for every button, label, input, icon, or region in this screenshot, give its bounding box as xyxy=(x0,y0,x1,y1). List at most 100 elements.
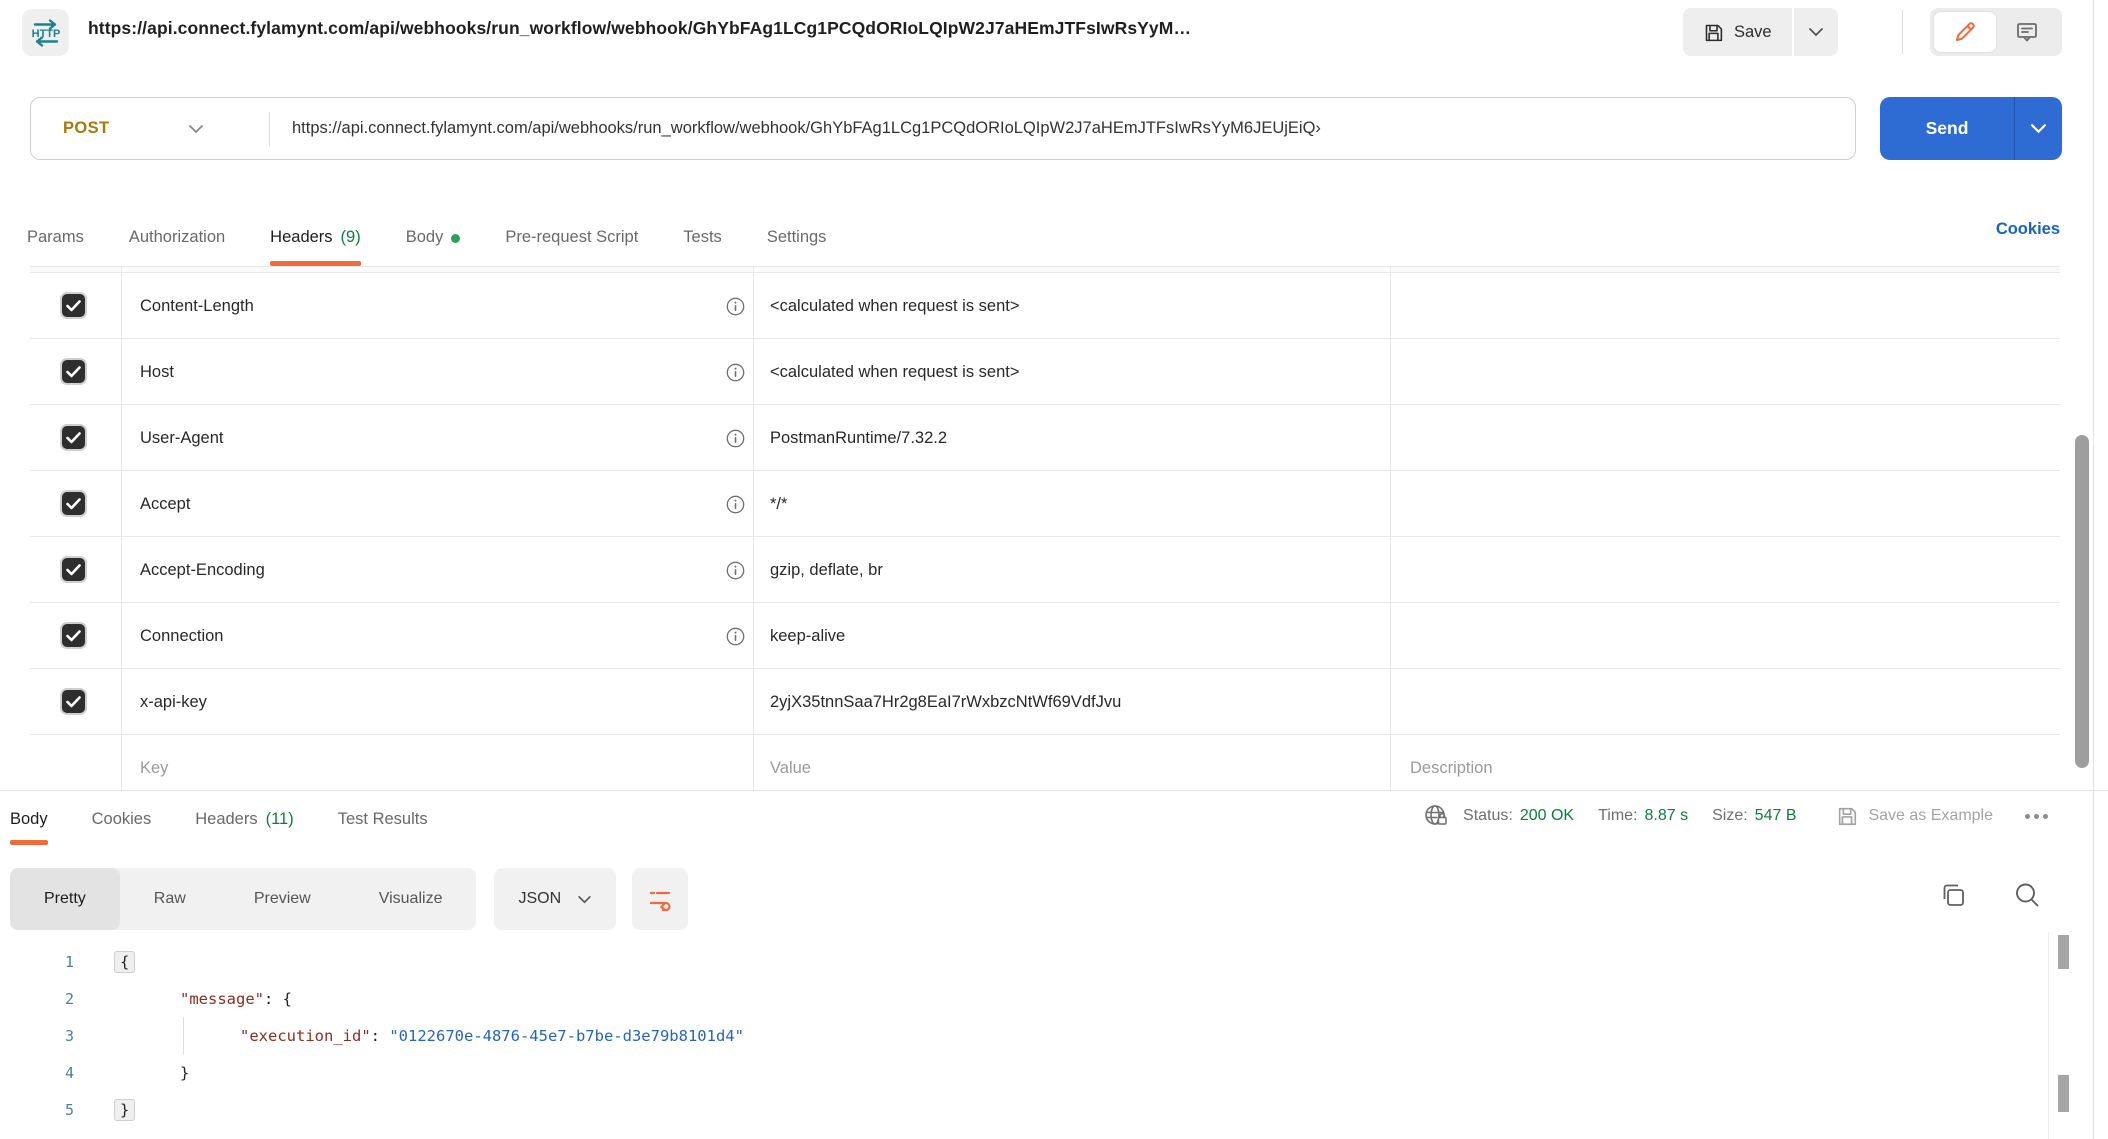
size-indicator[interactable]: Size: 547 B xyxy=(1712,807,1796,825)
status-indicator[interactable]: Status: 200 OK xyxy=(1463,807,1574,825)
indent-guide xyxy=(183,1017,184,1054)
tab-settings[interactable]: Settings xyxy=(767,208,827,266)
response-meta-bar: Status: 200 OK Time: 8.87 s Size: 547 B … xyxy=(1423,793,2048,839)
status-value: 200 OK xyxy=(1520,807,1574,825)
info-icon[interactable] xyxy=(726,363,745,382)
json-punct: } xyxy=(180,1064,189,1082)
header-value[interactable]: <calculated when request is sent> xyxy=(770,339,1020,405)
method-selector[interactable]: POST xyxy=(31,119,269,138)
language-dropdown[interactable]: JSON xyxy=(494,868,616,930)
tab-body[interactable]: Body xyxy=(406,208,461,266)
header-value[interactable]: gzip, deflate, br xyxy=(770,537,883,603)
save-icon xyxy=(1836,805,1858,827)
url-input[interactable]: https://api.connect.fylamynt.com/api/web… xyxy=(270,119,1855,138)
response-tabs: Body Cookies Headers (11) Test Results xyxy=(10,793,428,845)
copy-icon[interactable] xyxy=(1938,880,1968,910)
wrap-line-button[interactable] xyxy=(632,868,688,930)
response-tab-cookies[interactable]: Cookies xyxy=(92,793,152,845)
info-icon[interactable] xyxy=(726,627,745,646)
header-key[interactable]: User-Agent xyxy=(140,405,223,471)
table-row: Host <calculated when request is sent> xyxy=(30,339,2060,405)
fold-marker[interactable]: { xyxy=(114,951,135,973)
code-line: 3 "execution_id": "0122670e-4876-45e7-b7… xyxy=(0,1017,2048,1054)
header-key[interactable]: Content-Length xyxy=(140,273,254,339)
view-mode-control: Pretty Raw Preview Visualize xyxy=(10,868,476,930)
row-checkbox[interactable] xyxy=(60,688,87,715)
value-placeholder[interactable]: Value xyxy=(770,735,811,790)
view-raw[interactable]: Raw xyxy=(120,868,220,930)
status-label: Status: xyxy=(1463,807,1513,825)
more-options-icon[interactable] xyxy=(2025,814,2048,819)
time-indicator[interactable]: Time: 8.87 s xyxy=(1598,807,1688,825)
info-icon[interactable] xyxy=(726,297,745,316)
request-topbar: HTTP https://api.connect.fylamynt.com/ap… xyxy=(0,0,2093,90)
line-number: 1 xyxy=(30,953,74,971)
view-pretty[interactable]: Pretty xyxy=(10,868,120,930)
tab-headers[interactable]: Headers (9) xyxy=(270,208,361,266)
cookies-link[interactable]: Cookies xyxy=(1996,220,2060,239)
header-value[interactable]: 2yjX35tnnSaa7Hr2g8EaI7rWxbzcNtWf69VdfJvu xyxy=(770,669,1121,735)
tab-params[interactable]: Params xyxy=(27,208,84,266)
language-dropdown-value: JSON xyxy=(518,890,561,908)
info-icon[interactable] xyxy=(726,429,745,448)
header-key[interactable]: Connection xyxy=(140,603,223,669)
header-key[interactable]: Accept-Encoding xyxy=(140,537,265,603)
info-icon[interactable] xyxy=(726,561,745,580)
table-row-placeholder: Key Value Description xyxy=(30,735,2060,790)
header-key[interactable]: x-api-key xyxy=(140,669,207,735)
row-checkbox[interactable] xyxy=(60,490,87,517)
method-label: POST xyxy=(63,119,110,138)
save-options-button[interactable] xyxy=(1794,8,1838,56)
save-button[interactable]: Save xyxy=(1683,8,1792,56)
header-value[interactable]: */* xyxy=(770,471,787,537)
globe-lock-icon[interactable] xyxy=(1423,803,1449,829)
row-checkbox[interactable] xyxy=(60,424,87,451)
response-scrollbar-thumb[interactable] xyxy=(2058,1075,2069,1112)
response-tab-headers[interactable]: Headers (11) xyxy=(195,793,294,845)
response-tab-headers-count: (11) xyxy=(266,810,294,829)
table-row: Accept-Encoding gzip, deflate, br xyxy=(30,537,2060,603)
request-title: https://api.connect.fylamynt.com/api/web… xyxy=(88,18,1191,39)
right-rail-border xyxy=(2093,0,2094,1139)
header-key[interactable]: Accept xyxy=(140,471,190,537)
row-checkbox[interactable] xyxy=(60,556,87,583)
edit-mode-button[interactable] xyxy=(1934,12,1996,52)
header-key[interactable]: Host xyxy=(140,339,174,405)
table-scrolled-row-sliver xyxy=(30,266,2060,273)
main-scrollbar-thumb[interactable] xyxy=(2075,435,2089,768)
header-value[interactable]: keep-alive xyxy=(770,603,845,669)
send-button-label[interactable]: Send xyxy=(1880,118,2014,139)
code-line: 4 } xyxy=(0,1054,2048,1091)
tab-tests-label: Tests xyxy=(683,228,722,247)
save-icon xyxy=(1703,22,1724,43)
response-scrollbar-thumb[interactable] xyxy=(2058,935,2069,969)
view-visualize[interactable]: Visualize xyxy=(345,868,477,930)
send-button-group[interactable]: Send xyxy=(1880,97,2062,160)
tab-authorization-label: Authorization xyxy=(129,228,225,247)
tab-tests[interactable]: Tests xyxy=(683,208,722,266)
view-preview[interactable]: Preview xyxy=(220,868,345,930)
fold-marker[interactable]: } xyxy=(114,1099,135,1121)
send-options-button[interactable] xyxy=(2014,97,2062,160)
tab-pre-request-script[interactable]: Pre-request Script xyxy=(505,208,638,266)
row-checkbox[interactable] xyxy=(60,622,87,649)
response-tab-test-results[interactable]: Test Results xyxy=(338,793,428,845)
key-placeholder[interactable]: Key xyxy=(140,735,168,790)
response-scroll-gutter-line xyxy=(2048,932,2049,1139)
info-icon[interactable] xyxy=(726,495,745,514)
header-value[interactable]: PostmanRuntime/7.32.2 xyxy=(770,405,947,471)
pencil-icon xyxy=(1953,20,1977,44)
header-value[interactable]: <calculated when request is sent> xyxy=(770,273,1020,339)
tab-authorization[interactable]: Authorization xyxy=(129,208,225,266)
topbar-divider xyxy=(1902,10,1903,54)
response-body-editor[interactable]: 1 { 2 "message": { 3 "execution_id": "01… xyxy=(0,935,2048,1139)
search-icon[interactable] xyxy=(2012,880,2042,910)
row-checkbox[interactable] xyxy=(60,358,87,385)
description-placeholder[interactable]: Description xyxy=(1410,735,1493,790)
row-checkbox[interactable] xyxy=(60,292,87,319)
response-tab-cookies-label: Cookies xyxy=(92,810,152,829)
save-as-example-button[interactable]: Save as Example xyxy=(1836,805,1993,827)
response-tab-body[interactable]: Body xyxy=(10,793,48,845)
code-line: 2 "message": { xyxy=(0,980,2048,1017)
comments-button[interactable] xyxy=(1996,12,2058,52)
